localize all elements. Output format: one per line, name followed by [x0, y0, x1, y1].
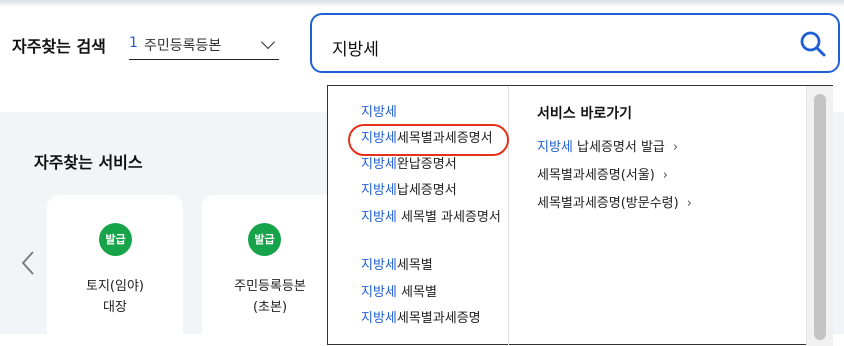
search-icon[interactable] [798, 29, 828, 59]
suggestion-item[interactable]: 지방세 [361, 101, 397, 125]
autocomplete-dropdown: 지방세 지방세세목별과세증명서 지방세완납증명서 지방세납세증명서 지방세 세목… [327, 85, 833, 346]
suggestion-item[interactable]: 지방세 세목별 과세증명서 [361, 207, 511, 229]
chevron-right-icon: › [686, 196, 692, 211]
issue-badge: 발급 [99, 223, 132, 256]
service-card[interactable]: 발급 주민등록등본 (초본) [202, 195, 338, 345]
chevron-left-icon[interactable] [17, 250, 41, 276]
chevron-down-icon [260, 34, 276, 50]
frequent-search-rank: 1 [129, 35, 138, 51]
frequent-search-select[interactable]: 1 주민등록등본 [129, 33, 279, 60]
suggestion-item[interactable]: 지방세세목별과세증명 [361, 307, 481, 331]
service-card-label: 주민등록등본 [234, 279, 306, 294]
scrollbar[interactable] [806, 86, 833, 346]
suggestion-item[interactable]: 지방세세목별 [361, 254, 433, 278]
suggestion-item[interactable]: 지방세 세목별 [361, 281, 437, 305]
suggestion-item[interactable]: 지방세완납증명서 [361, 153, 457, 177]
top-shadow [0, 0, 844, 7]
quick-link[interactable]: 세목별과세증명(서울) › [537, 164, 668, 183]
search-input-value: 지방세 [332, 40, 379, 60]
chevron-right-icon: › [662, 168, 668, 183]
search-input[interactable]: 지방세 [310, 13, 840, 73]
highlight-circle [348, 124, 509, 156]
service-card-label: 토지(임야) [86, 279, 144, 294]
quick-link[interactable]: 지방세 납세증명서 발급 › [537, 136, 678, 155]
service-card-label: 대장 [103, 300, 127, 315]
scrollbar-thumb[interactable] [814, 94, 826, 340]
service-card[interactable]: 발급 토지(임야) 대장 [47, 195, 183, 345]
suggestion-item[interactable]: 지방세납세증명서 [361, 179, 457, 203]
service-card-label: (초본) [252, 300, 288, 315]
frequent-search-label: 자주찾는 검색 [12, 37, 106, 56]
quick-links-panel: 서비스 바로가기 지방세 납세증명서 발급 › 세목별과세증명(서울) › 세목별과… [509, 86, 809, 346]
frequent-search-value: 주민등록등본 [144, 38, 222, 54]
issue-badge: 발급 [248, 223, 281, 256]
suggestion-list: 지방세 지방세세목별과세증명서 지방세완납증명서 지방세납세증명서 지방세 세목… [328, 86, 509, 346]
services-title: 자주찾는 서비스 [34, 153, 143, 172]
quick-link[interactable]: 세목별과세증명(방문수령) › [537, 192, 692, 211]
chevron-right-icon: › [672, 140, 679, 155]
quick-links-title: 서비스 바로가기 [537, 106, 633, 122]
